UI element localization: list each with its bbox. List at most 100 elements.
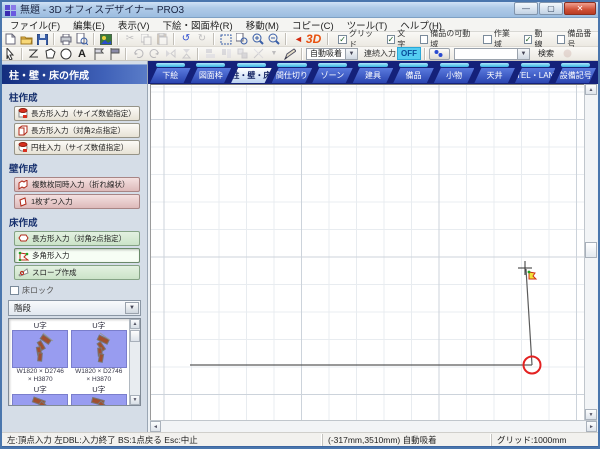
text-icon[interactable]: A [75, 48, 89, 60]
floor-slope-button[interactable]: スロープ作成 [14, 265, 140, 280]
tab-accessories[interactable]: 小物 [434, 61, 475, 84]
menu-file[interactable]: ファイル(F) [10, 18, 60, 32]
continuous-input-toggle[interactable]: OFF [397, 47, 421, 60]
menu-view[interactable]: 表示(V) [118, 18, 150, 32]
tab-equipment-symbol[interactable]: 設備記号 [555, 61, 596, 84]
scroll-up-icon[interactable]: ▲ [585, 84, 597, 95]
group-icon [235, 48, 249, 60]
zoom-out-icon[interactable] [267, 33, 281, 45]
polygon-icon[interactable] [43, 48, 57, 60]
tab-light [399, 63, 428, 67]
list-scrollbar[interactable]: ▲ ▼ [129, 319, 140, 405]
tab-fittings[interactable]: 建具 [353, 61, 394, 84]
tab-light [521, 63, 550, 67]
search-button[interactable]: 検索 [533, 48, 559, 60]
stair-item[interactable]: U字 W1820 × D2746 × H3870 [11, 320, 70, 384]
tab-furniture[interactable]: 備品 [393, 61, 434, 84]
print-preview-icon[interactable] [75, 33, 89, 45]
save-icon[interactable] [35, 33, 49, 45]
new-file-icon[interactable] [3, 33, 17, 45]
sidebar-title: 柱・壁・床の作成 [2, 64, 147, 84]
flip-vertical-icon [179, 48, 193, 60]
stair-thumbnail [71, 330, 127, 368]
scroll-down-icon[interactable]: ▼ [130, 395, 140, 405]
floor-lock-checkbox[interactable]: 床ロック [10, 285, 147, 296]
3d-view-button[interactable]: 3D [306, 32, 321, 46]
print-icon[interactable] [59, 33, 73, 45]
scroll-left-icon[interactable]: ◄ [150, 421, 161, 432]
flag-alt-icon[interactable] [107, 48, 121, 60]
wall-multi-input-button[interactable]: 複数枚同時入力（折れ線状） [14, 177, 140, 192]
open-folder-icon[interactable] [19, 33, 33, 45]
tab-ceiling[interactable]: 天井 [474, 61, 515, 84]
flag-icon[interactable] [91, 48, 105, 60]
tab-tel-lan[interactable]: TEL・LAN [515, 61, 556, 84]
maximize-button[interactable]: ▢ [539, 2, 563, 15]
title-bar: 無題 - 3D オフィスデザイナー PRO3 — ▢ ✕ [0, 0, 600, 18]
tool-sidebar: 柱・壁・床の作成 柱作成 長方形入力（サイズ数値指定） 長方形入力（対角2点指定… [2, 61, 148, 432]
tab-light [277, 63, 306, 67]
stair-item[interactable]: U字 W1820 × D2746 × H3870 [70, 320, 129, 384]
minimize-button[interactable]: — [514, 2, 538, 15]
flow-line-register-button[interactable] [429, 48, 450, 60]
tab-light [480, 63, 509, 67]
zoom-fit-icon[interactable] [219, 33, 233, 45]
zoom-in-icon[interactable] [251, 33, 265, 45]
menu-edit[interactable]: 編集(E) [73, 18, 105, 32]
drawing-layer [151, 85, 585, 421]
3d-arrow-icon: ◄ [294, 34, 303, 44]
pen-icon[interactable] [283, 48, 297, 60]
stair-item[interactable]: U字 [11, 384, 70, 406]
parts-category-dropdown[interactable]: 階段 ▼ [8, 300, 141, 316]
status-hint: 左:頂点入力 左DBL:入力終了 BS:1点戻る Esc:中止 [2, 434, 322, 446]
floor-rect-diag-button[interactable]: 長方形入力（対角2点指定） [14, 231, 140, 246]
scroll-thumb[interactable] [130, 330, 140, 342]
stair-thumbnail [71, 394, 127, 406]
horizontal-scrollbar[interactable]: ◄ ► [150, 420, 597, 432]
tab-zone[interactable]: ゾーン [312, 61, 353, 84]
tab-light [561, 63, 590, 67]
tab-underlay[interactable]: 下絵 [150, 61, 191, 84]
box-icon [18, 125, 28, 136]
menu-underlay-frame[interactable]: 下絵・図面枠(R) [162, 18, 232, 32]
stair-item[interactable]: U字 [70, 384, 129, 406]
vertical-scrollbar[interactable]: ▲ ▼ [584, 84, 597, 420]
chevron-down-icon[interactable]: ▼ [517, 49, 529, 59]
close-button[interactable]: ✕ [564, 2, 596, 15]
app-icon [5, 3, 16, 14]
image-properties-icon[interactable] [99, 33, 113, 45]
chevron-down-icon[interactable]: ▼ [125, 302, 139, 314]
select-arrow-icon[interactable] [3, 48, 17, 60]
cut-icon: ✂ [123, 33, 137, 45]
pillar-cylinder-size-button[interactable]: 円柱入力（サイズ数値指定） [14, 140, 140, 155]
search-input[interactable]: ▼ [454, 48, 530, 60]
scroll-right-icon[interactable]: ► [586, 421, 597, 432]
align-left-icon [203, 48, 217, 60]
paw-icon [434, 49, 443, 58]
chevron-down-icon[interactable]: ▼ [345, 49, 357, 59]
status-coordinates: (-317mm,3510mm) 自動吸着 [322, 434, 491, 446]
menu-copy[interactable]: コピー(C) [292, 18, 334, 32]
floor-polygon-button[interactable]: 多角形入力 [14, 248, 140, 263]
scroll-up-icon[interactable]: ▲ [130, 319, 140, 329]
menu-move[interactable]: 移動(M) [246, 18, 279, 32]
snap-mode-dropdown[interactable]: 自動吸着▼ [306, 48, 358, 60]
circle-icon[interactable] [59, 48, 73, 60]
scroll-thumb[interactable] [585, 242, 597, 258]
tab-pillar-wall-floor[interactable]: 柱・壁・床 [231, 61, 272, 84]
polygon-mode-cursor-icon [528, 271, 536, 279]
scroll-down-icon[interactable]: ▼ [585, 409, 597, 420]
pillar-rect-size-button[interactable]: 長方形入力（サイズ数値指定） [14, 106, 140, 121]
drawing-canvas[interactable] [150, 84, 584, 420]
tab-drawing-frame[interactable]: 図面枠 [191, 61, 232, 84]
stair-thumbnail [12, 330, 68, 368]
pillar-rect-diag-button[interactable]: 長方形入力（対角2点指定） [14, 123, 140, 138]
tab-partition[interactable]: 間仕切り [272, 61, 313, 84]
wall-panel-icon [18, 197, 28, 207]
zoom-region-icon[interactable] [235, 33, 249, 45]
wall-single-input-button[interactable]: 1枚ずつ入力 [14, 194, 140, 209]
polyline-icon[interactable] [27, 48, 41, 60]
undo-icon[interactable]: ↺ [179, 33, 193, 45]
polygon-points-icon [18, 251, 29, 261]
stair-thumbnail [12, 394, 68, 406]
